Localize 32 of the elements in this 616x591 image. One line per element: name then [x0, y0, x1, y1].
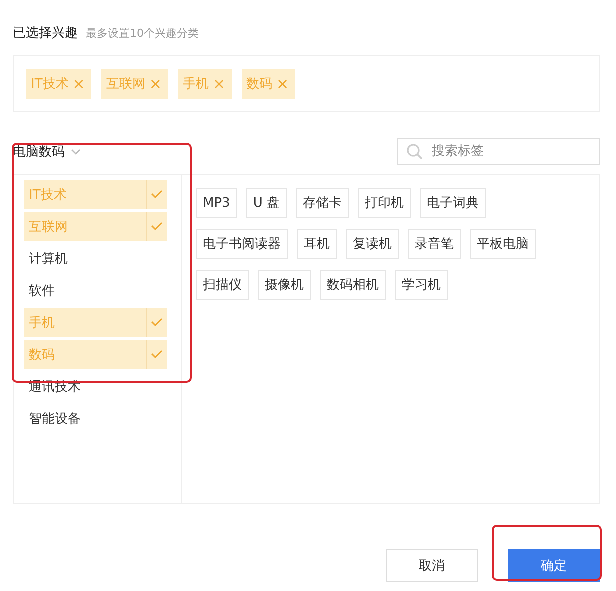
confirm-button[interactable]: 确定: [508, 549, 600, 582]
cancel-button[interactable]: 取消: [386, 549, 478, 582]
chevron-down-icon: [71, 149, 81, 155]
tag-label: 数码: [246, 76, 273, 92]
tag-option[interactable]: MP3: [196, 188, 238, 218]
tag-option[interactable]: 录音笔: [408, 229, 461, 259]
tag-option[interactable]: 电子书阅读器: [196, 229, 288, 259]
category-dropdown[interactable]: 电脑数码: [13, 143, 81, 161]
tag-option[interactable]: 学习机: [395, 270, 448, 300]
tag-option[interactable]: 数码相机: [320, 270, 386, 300]
section-title: 已选择兴趣: [13, 25, 78, 42]
tag-label: 互联网: [106, 76, 146, 92]
hint-text: 最多设置10个兴趣分类: [86, 26, 199, 41]
check-icon: [151, 190, 163, 199]
tag-option[interactable]: 打印机: [358, 188, 411, 218]
check-icon: [151, 222, 163, 231]
check-icon: [151, 350, 163, 359]
tag-label: IT技术: [31, 76, 69, 92]
check-icon: [151, 318, 163, 327]
search-field[interactable]: 搜索标签: [397, 138, 600, 164]
tag-option[interactable]: 摄像机: [258, 270, 311, 300]
subcategory-item[interactable]: 计算机: [24, 244, 167, 273]
tag-option[interactable]: 扫描仪: [196, 270, 249, 300]
tag-option[interactable]: 存储卡: [296, 188, 349, 218]
subcategory-item[interactable]: 智能设备: [24, 404, 167, 433]
tag-option[interactable]: U 盘: [246, 188, 287, 218]
tag-option[interactable]: 电子词典: [420, 188, 486, 218]
tag-label: 手机: [182, 76, 209, 92]
tag-option[interactable]: 耳机: [297, 229, 337, 259]
tag-option[interactable]: 复读机: [346, 229, 399, 259]
subcategory-item[interactable]: 软件: [24, 276, 167, 305]
tag-option[interactable]: 平板电脑: [470, 229, 536, 259]
